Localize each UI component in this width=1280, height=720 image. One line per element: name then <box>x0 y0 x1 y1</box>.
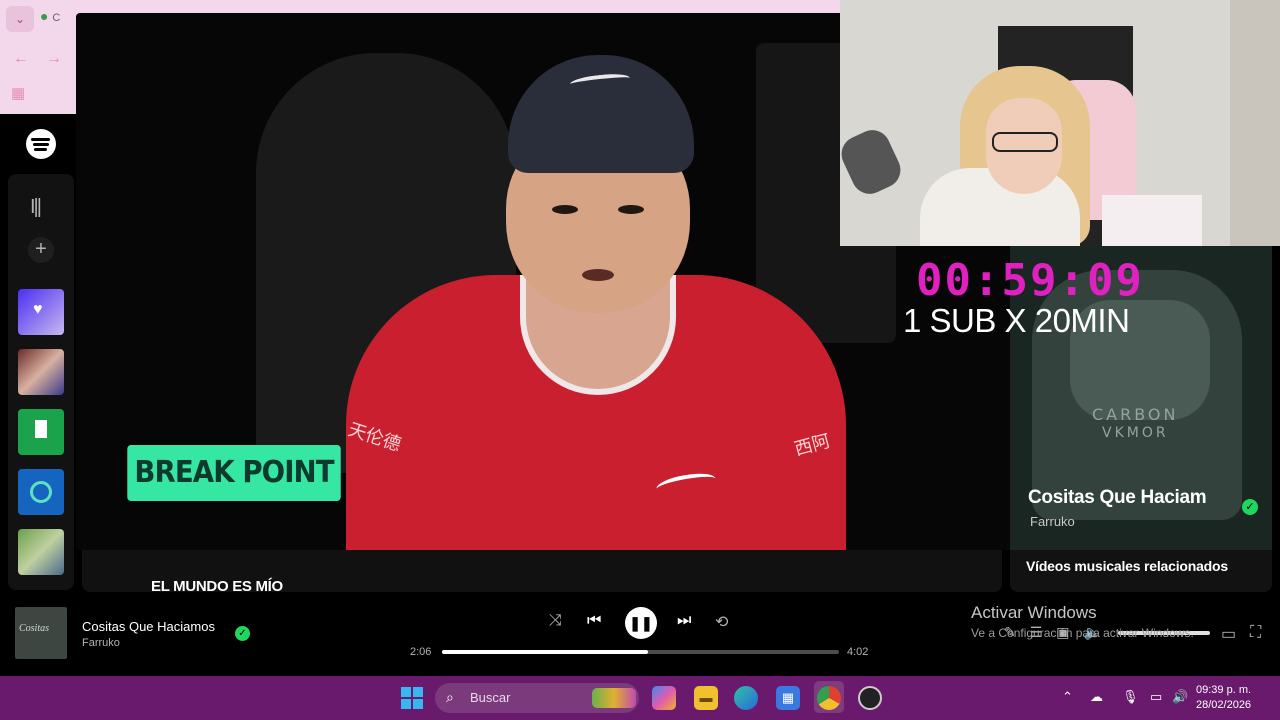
back-arrow-icon[interactable]: ← <box>13 50 29 68</box>
elapsed-time: 2:06 <box>410 646 432 658</box>
liked-songs-tile[interactable]: ♥ <box>18 289 64 335</box>
clock-date: 28/02/2026 <box>1196 699 1252 711</box>
subathon-rule: 1 SUB X 20MIN <box>903 302 1130 339</box>
library-icon[interactable]: I|| <box>30 196 42 219</box>
progress-bar[interactable] <box>442 650 839 654</box>
player-cap <box>508 55 694 173</box>
progress-fill <box>442 650 649 654</box>
heart-icon: ♥ <box>33 301 43 318</box>
saved-check-icon[interactable]: ✓ <box>235 626 250 641</box>
desktop-screen: ⌄ ● C ← → ▦ I|| + ♥ 天伦德 西阿 BREAK POINT E… <box>0 0 1280 720</box>
break-point-overlay: BREAK POINT <box>127 445 341 501</box>
pause-button[interactable]: ❚❚ <box>625 607 657 639</box>
bookmark-icon <box>35 420 47 438</box>
playlist-tile[interactable] <box>18 349 64 395</box>
subathon-timer: 00:59:09 <box>916 255 1144 306</box>
windows-start-icon[interactable] <box>401 687 423 709</box>
album-cover[interactable]: Cositas <box>15 607 67 659</box>
microphone-tray-icon[interactable]: 🎙 <box>1122 689 1139 705</box>
shuffle-icon[interactable]: ⤨ <box>549 612 562 630</box>
circle-icon <box>30 481 52 503</box>
clock-time: 09:39 p. m. <box>1196 684 1252 696</box>
network-icon[interactable]: ▭ <box>1150 689 1162 705</box>
tab-search-button[interactable]: ⌄ <box>6 6 34 32</box>
album-art-text: VKMOR <box>1102 425 1169 441</box>
saved-episodes-tile[interactable] <box>18 409 64 455</box>
chrome-browser-icon[interactable] <box>817 686 841 710</box>
cloud-icon[interactable]: ☁ <box>1090 689 1103 705</box>
playlist-tile[interactable] <box>18 469 64 515</box>
related-videos-heading: Vídeos musicales relacionados <box>1026 558 1228 574</box>
now-playing-title[interactable]: Cositas Que Haciam <box>1028 487 1207 509</box>
system-clock[interactable]: 09:39 p. m. 28/02/2026 <box>1196 683 1251 713</box>
streamer-glasses <box>992 132 1058 152</box>
microphone-icon <box>840 124 907 200</box>
spotify-logo-icon[interactable] <box>26 129 56 159</box>
create-playlist-button[interactable]: + <box>28 237 54 263</box>
fullscreen-icon[interactable]: ⛶ <box>1250 624 1261 642</box>
forward-arrow-icon[interactable]: → <box>46 50 62 68</box>
tab-title: C <box>52 12 61 24</box>
activate-windows-subtitle: Ve a Configuración para activar Windows. <box>971 626 1194 640</box>
player-eye <box>552 205 578 214</box>
track-artist[interactable]: Farruko <box>82 637 120 649</box>
album-art-text: CARBON <box>1092 405 1179 424</box>
player-mouth <box>582 269 614 281</box>
activate-windows-title: Activar Windows <box>971 603 1097 622</box>
playlist-tile[interactable] <box>18 529 64 575</box>
microsoft-store-icon[interactable]: ▦ <box>776 686 800 710</box>
total-duration: 4:02 <box>847 646 869 658</box>
speaker-icon[interactable]: 🔊 <box>1172 689 1188 705</box>
show-hidden-icons-icon[interactable]: ⌃ <box>1062 689 1073 705</box>
edge-browser-icon[interactable] <box>734 686 758 710</box>
file-explorer-icon[interactable]: ▬ <box>694 686 718 710</box>
now-playing-artist[interactable]: Farruko <box>1030 514 1075 529</box>
search-label: Buscar <box>470 690 511 705</box>
repeat-icon[interactable]: ⟲ <box>715 612 728 632</box>
miniplayer-icon[interactable]: ▭ <box>1221 624 1236 644</box>
track-title[interactable]: Cositas Que Haciamos <box>82 619 215 634</box>
apps-grid-icon[interactable]: ▦ <box>11 84 25 102</box>
webcam-wall <box>1230 0 1280 246</box>
player-eye <box>618 205 644 214</box>
browser-tab[interactable]: ● C <box>40 8 70 30</box>
webcam-bed <box>1102 195 1202 246</box>
copilot-icon[interactable] <box>652 686 676 710</box>
windows-taskbar <box>0 676 1280 720</box>
chevron-down-icon: ⌄ <box>14 12 26 26</box>
books-widget-icon[interactable] <box>592 688 636 708</box>
previous-track-icon[interactable]: ⏮ <box>587 612 601 630</box>
next-track-icon[interactable]: ⏭ <box>677 612 691 630</box>
added-check-icon[interactable]: ✓ <box>1242 499 1258 515</box>
webcam-feed <box>840 0 1280 246</box>
album-cover-text: Cositas <box>19 623 50 634</box>
obs-studio-icon[interactable] <box>858 686 882 710</box>
search-icon: ⌕ <box>446 689 454 705</box>
